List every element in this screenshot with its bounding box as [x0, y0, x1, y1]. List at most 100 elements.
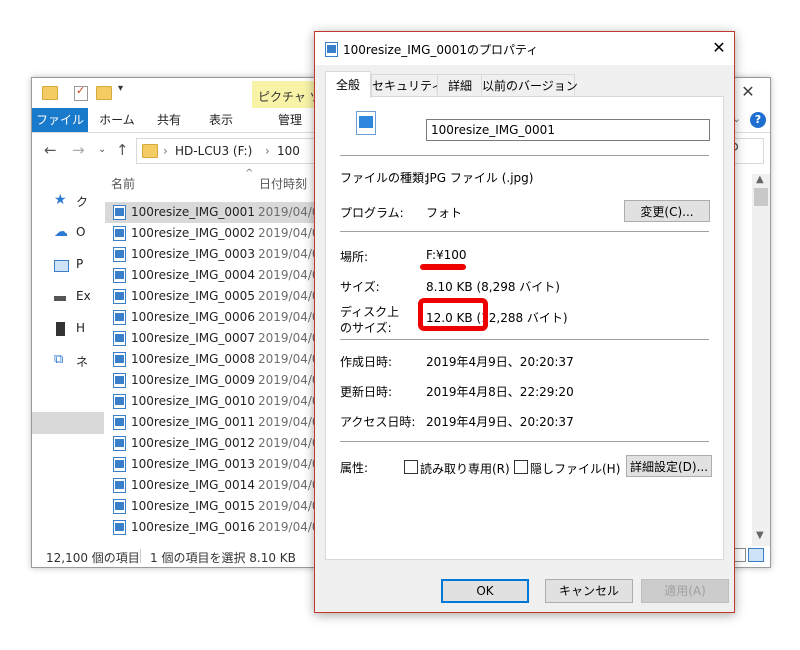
accessed-label: アクセス日時:	[340, 415, 416, 429]
column-date[interactable]: 日付時刻	[259, 175, 307, 192]
recent-locations-icon[interactable]: ⌄	[98, 144, 106, 155]
cancel-button[interactable]: キャンセル	[545, 579, 633, 603]
star-icon: ★	[54, 192, 67, 208]
accessed-value: 2019年4月9日、20:20:37	[426, 415, 574, 429]
file-name: 100resize_IMG_0014	[131, 478, 255, 492]
file-type-value: JPG ファイル (.jpg)	[426, 171, 534, 185]
modified-label: 更新日時:	[340, 385, 393, 399]
network-icon: ⧉	[54, 352, 64, 367]
file-name: 100resize_IMG_0005	[131, 289, 255, 303]
size-on-disk-label-line1: ディスク上	[340, 305, 400, 319]
hidden-label[interactable]: 隠しファイル(H)	[530, 460, 620, 477]
breadcrumb-separator: ›	[163, 144, 168, 158]
size-on-disk-highlight-box	[418, 298, 488, 331]
file-name: 100resize_IMG_0007	[131, 331, 255, 345]
tab-details[interactable]: 詳細	[437, 74, 483, 97]
folder-icon	[142, 144, 158, 158]
image-file-icon	[113, 436, 126, 451]
file-list-header: ^ 名前 日付時刻	[105, 168, 325, 195]
general-tab-panel: ファイルの種類: JPG ファイル (.jpg) プログラム: フォト 変更(C…	[325, 96, 724, 560]
qat-dropdown-icon[interactable]: ▾	[118, 83, 132, 95]
ok-button[interactable]: OK	[441, 579, 529, 603]
image-file-icon	[113, 520, 126, 535]
readonly-checkbox[interactable]	[404, 460, 418, 474]
image-file-icon	[113, 268, 126, 283]
location-label: 場所:	[340, 250, 369, 264]
separator	[340, 339, 709, 340]
tab-previous-versions[interactable]: 以前のバージョン	[481, 74, 578, 97]
file-name: 100resize_IMG_0015	[131, 499, 255, 513]
image-file-icon	[113, 289, 126, 304]
scroll-down-icon[interactable]: ▼	[756, 530, 764, 541]
file-name: 100resize_IMG_0002	[131, 226, 255, 240]
large-icons-view-icon[interactable]	[748, 548, 764, 562]
tab-view[interactable]: 表示	[198, 108, 244, 132]
file-name: 100resize_IMG_0013	[131, 457, 255, 471]
scroll-up-icon[interactable]: ▲	[756, 174, 764, 185]
close-icon[interactable]: ✕	[708, 37, 730, 59]
cloud-icon: ☁	[54, 224, 68, 240]
modified-value: 2019年4月8日、22:29:20	[426, 385, 574, 399]
location-value: F:¥100	[426, 248, 467, 262]
file-name-input[interactable]	[426, 119, 710, 141]
new-folder-icon[interactable]	[96, 86, 112, 100]
close-icon[interactable]: ✕	[738, 82, 758, 102]
forward-arrow-icon[interactable]: →	[72, 141, 85, 159]
tab-home[interactable]: ホーム	[92, 108, 142, 132]
file-name: 100resize_IMG_0008	[131, 352, 255, 366]
column-name[interactable]: 名前	[111, 175, 135, 192]
help-icon[interactable]: ?	[750, 112, 766, 128]
image-file-icon	[113, 478, 126, 493]
created-label: 作成日時:	[340, 355, 393, 369]
file-name: 100resize_IMG_0012	[131, 436, 255, 450]
separator	[340, 441, 709, 442]
image-file-icon	[113, 226, 126, 241]
image-file-icon	[113, 247, 126, 262]
location-highlight-underline	[420, 264, 466, 270]
image-file-icon	[113, 394, 126, 409]
properties-check-icon[interactable]: ✓	[74, 84, 88, 101]
external-drive-icon	[56, 322, 65, 336]
tab-share[interactable]: 共有	[146, 108, 192, 132]
tab-manage[interactable]: 管理	[264, 108, 316, 132]
size-label: サイズ:	[340, 280, 380, 294]
file-name: 100resize_IMG_0010	[131, 394, 255, 408]
navigation-pane: ★ ク ☁ O P Ex H ⧉ ネ	[32, 174, 104, 544]
file-name: 100resize_IMG_0003	[131, 247, 255, 261]
image-file-icon	[113, 205, 126, 220]
sort-ascending-icon: ^	[245, 168, 254, 179]
properties-dialog: 100resize_IMG_0001のプロパティ ✕ 全般 セキュリティ 詳細 …	[314, 31, 735, 613]
apply-button[interactable]: 適用(A)	[641, 579, 729, 603]
program-value: フォト	[426, 206, 463, 220]
program-label: プログラム:	[340, 206, 404, 220]
vertical-scrollbar[interactable]: ▲ ▼	[752, 174, 770, 546]
back-arrow-icon[interactable]: ←	[44, 141, 57, 159]
tab-file[interactable]: ファイル	[32, 108, 88, 132]
image-file-icon	[113, 331, 126, 346]
scroll-thumb[interactable]	[754, 188, 768, 206]
up-arrow-icon[interactable]: ↑	[116, 141, 129, 159]
file-type-label: ファイルの種類:	[340, 171, 429, 185]
hidden-checkbox[interactable]	[514, 460, 528, 474]
change-program-button[interactable]: 変更(C)...	[624, 200, 710, 222]
folder-icon[interactable]	[42, 86, 58, 100]
breadcrumb-folder[interactable]: 100	[277, 144, 300, 158]
readonly-label[interactable]: 読み取り専用(R)	[420, 460, 510, 477]
dialog-titlebar: 100resize_IMG_0001のプロパティ ✕	[315, 32, 734, 65]
advanced-attributes-button[interactable]: 詳細設定(D)...	[626, 455, 712, 477]
breadcrumb-drive[interactable]: HD-LCU3 (F:)	[175, 144, 252, 158]
file-name: 100resize_IMG_0016	[131, 520, 255, 534]
monitor-icon	[54, 260, 69, 272]
drive-icon	[54, 296, 66, 301]
image-file-icon	[113, 352, 126, 367]
status-divider	[140, 549, 141, 563]
image-file-icon	[113, 499, 126, 514]
tab-general[interactable]: 全般	[325, 71, 371, 98]
image-file-icon	[356, 111, 376, 135]
item-count: 12,100 個の項目	[46, 551, 140, 565]
picture-tools-context-tab: ピクチャ ツール	[252, 81, 346, 108]
tab-security[interactable]: セキュリティ	[371, 74, 443, 97]
selection-info: 1 個の項目を選択 8.10 KB	[150, 551, 296, 565]
file-name: 100resize_IMG_0006	[131, 310, 255, 324]
size-on-disk-label-line2: のサイズ:	[340, 321, 392, 335]
